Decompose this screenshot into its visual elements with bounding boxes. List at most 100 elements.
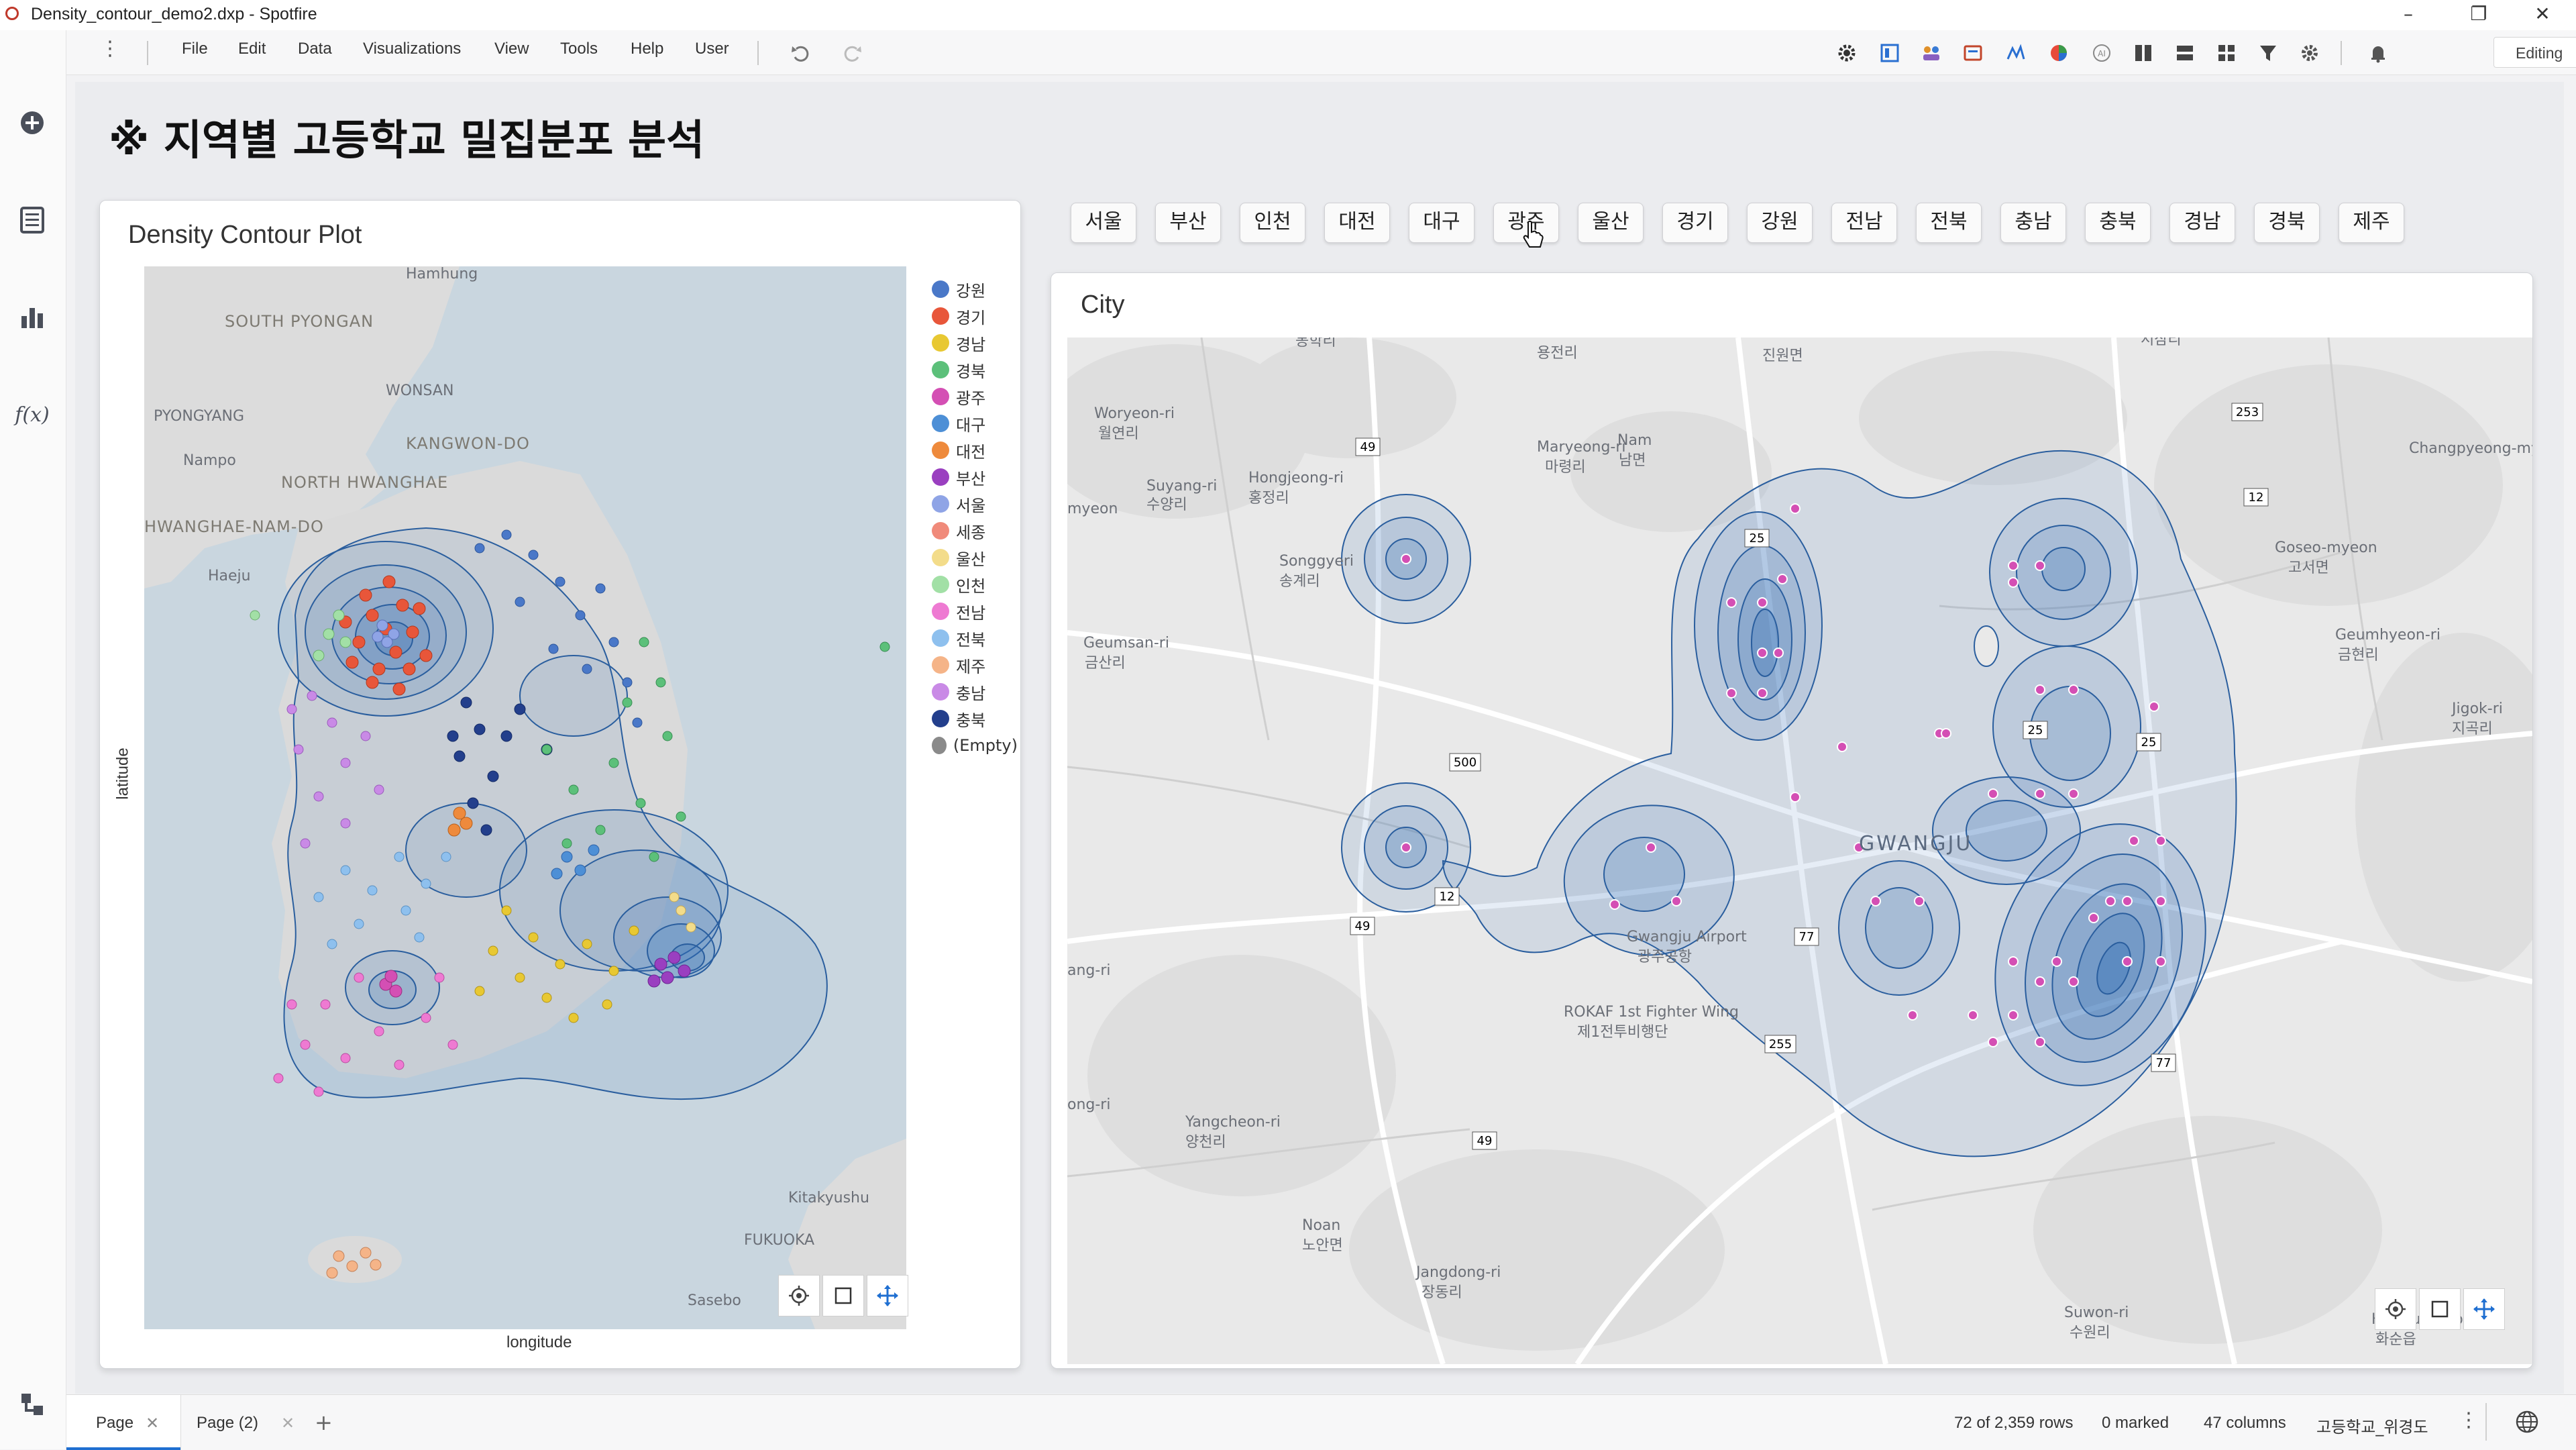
pan-icon[interactable] [2463, 1288, 2505, 1330]
city-button-jeonnam[interactable]: 전남 [1831, 203, 1897, 243]
city-button-jeju[interactable]: 제주 [2339, 203, 2404, 243]
map-label: Maryeong-ri [1537, 439, 1626, 456]
legend-swatch [932, 710, 949, 727]
map-label: Songgyeri [1279, 553, 1354, 570]
legend-item[interactable]: 강원 [932, 276, 1018, 303]
add-page-button[interactable]: + [315, 1410, 333, 1435]
filter-icon[interactable] [2253, 38, 2283, 68]
city-button-gyeonggi[interactable]: 경기 [1662, 203, 1728, 243]
layout-panel-icon[interactable] [1875, 38, 1904, 68]
map-label: 남면 [1619, 452, 1646, 469]
add-data-icon[interactable] [13, 104, 51, 142]
properties-gear-icon[interactable] [2295, 38, 2324, 68]
gwangju-density-map[interactable]: 49 500 49 12 25 25 25 77 255 77 49 253 1… [1067, 338, 2532, 1364]
workflow-icon[interactable] [13, 1386, 51, 1423]
globe-icon[interactable] [2515, 1410, 2539, 1437]
redo-icon[interactable] [838, 38, 867, 68]
legend-item[interactable]: 경기 [932, 303, 1018, 329]
city-button-gyeongnam[interactable]: 경남 [2169, 203, 2235, 243]
locate-icon[interactable] [2375, 1288, 2416, 1330]
legend-swatch [932, 522, 949, 539]
legend-item[interactable]: 전북 [932, 625, 1018, 652]
visualizations-icon[interactable] [13, 299, 51, 336]
menu-user[interactable]: User [695, 40, 729, 58]
legend-item[interactable]: 경남 [932, 329, 1018, 356]
ai-icon[interactable]: AI [2087, 38, 2116, 68]
legend-item[interactable]: 충북 [932, 705, 1018, 732]
city-button-gangwon[interactable]: 강원 [1747, 203, 1813, 243]
city-button-daejeon[interactable]: 대전 [1324, 203, 1390, 243]
status-bar: Page ✕ Page (2) ✕ + 72 of 2,359 rows 0 m… [66, 1394, 2576, 1450]
people-icon[interactable] [1917, 38, 1946, 68]
locate-icon[interactable] [778, 1275, 820, 1316]
panel-title: Density Contour Plot [128, 221, 362, 249]
rectangle-select-icon[interactable] [822, 1275, 864, 1316]
legend-item[interactable]: 경북 [932, 356, 1018, 383]
pan-icon[interactable] [867, 1275, 908, 1316]
legend-item[interactable]: 충남 [932, 678, 1018, 705]
settings-gear-icon[interactable] [1832, 38, 1862, 68]
city-button-incheon[interactable]: 인천 [1240, 203, 1305, 243]
analytics-icon[interactable] [2001, 38, 2031, 68]
color-palette-icon[interactable] [2044, 38, 2074, 68]
legend-swatch [932, 683, 949, 701]
menu-edit[interactable]: Edit [238, 40, 266, 58]
row-count: 72 of 2,359 rows [1954, 1414, 2074, 1432]
city-button-gyeongbuk[interactable]: 경북 [2254, 203, 2320, 243]
map-label: Geumsan-ri [1083, 635, 1169, 652]
table-options-icon[interactable]: ⋮ [2459, 1408, 2479, 1432]
legend-item[interactable]: 서울 [932, 490, 1018, 517]
notification-bell-icon[interactable] [2363, 38, 2393, 68]
legend-swatch [932, 388, 949, 405]
legend-item[interactable]: 울산 [932, 544, 1018, 571]
function-icon[interactable]: f(x) [13, 396, 51, 433]
mode-dropdown[interactable]: Editing ⌄ [2493, 37, 2576, 68]
city-button-daegu[interactable]: 대구 [1409, 203, 1474, 243]
more-options-icon[interactable]: ⋮ [100, 37, 120, 60]
korea-density-map[interactable]: Hamhung SOUTH PYONGAN WONSAN PYONGYANG K… [144, 266, 906, 1329]
window-title: Density_contour_demo2.dxp - Spotfire [31, 5, 317, 23]
menu-divider [757, 41, 759, 65]
legend-item[interactable]: 제주 [932, 652, 1018, 678]
minimize-button[interactable]: – [2378, 0, 2438, 30]
city-button-seoul[interactable]: 서울 [1071, 203, 1136, 243]
map-label: Nam [1617, 432, 1652, 449]
legend-item[interactable]: 광주 [932, 383, 1018, 410]
legend-item[interactable]: 세종 [932, 517, 1018, 544]
legend-item[interactable]: 대구 [932, 410, 1018, 437]
page-tab-active[interactable]: Page ✕ [66, 1395, 181, 1450]
city-button-jeonbuk[interactable]: 전북 [1916, 203, 1982, 243]
legend-item[interactable]: (Empty) [932, 732, 1018, 759]
city-button-chungbuk[interactable]: 충북 [2085, 203, 2151, 243]
map-label: 고서면 [2288, 560, 2329, 576]
legend-item[interactable]: 전남 [932, 598, 1018, 625]
rectangle-select-icon[interactable] [2419, 1288, 2461, 1330]
menu-help[interactable]: Help [631, 40, 663, 58]
legend-item[interactable]: 인천 [932, 571, 1018, 598]
grid-layout-icon[interactable] [2212, 38, 2241, 68]
legend-item[interactable]: 부산 [932, 464, 1018, 490]
menu-data[interactable]: Data [298, 40, 332, 58]
legend-label: 충남 [956, 684, 986, 703]
menu-visualizations[interactable]: Visualizations [363, 40, 461, 58]
close-window-button[interactable]: ✕ [2512, 0, 2573, 30]
map-label: Changpyeong-myeon [2409, 440, 2532, 457]
undo-icon[interactable] [786, 38, 815, 68]
close-tab-icon[interactable]: ✕ [281, 1414, 294, 1433]
rows-layout-icon[interactable] [2170, 38, 2200, 68]
menu-file[interactable]: File [182, 40, 208, 58]
city-button-chungnam[interactable]: 충남 [2000, 203, 2066, 243]
library-icon[interactable] [1958, 38, 1988, 68]
data-table-name[interactable]: 고등학교_위경도 [2316, 1414, 2428, 1437]
city-button-ulsan[interactable]: 울산 [1578, 203, 1644, 243]
restore-button[interactable]: ❐ [2449, 0, 2509, 30]
menu-view[interactable]: View [494, 40, 529, 58]
city-button-busan[interactable]: 부산 [1155, 203, 1221, 243]
map-land-jeju [308, 1236, 402, 1283]
legend-item[interactable]: 대전 [932, 437, 1018, 464]
data-panel-icon[interactable] [13, 201, 51, 239]
close-tab-icon[interactable]: ✕ [146, 1414, 159, 1433]
page-tab[interactable]: Page (2) ✕ [180, 1395, 308, 1450]
menu-tools[interactable]: Tools [560, 40, 598, 58]
columns-layout-icon[interactable] [2129, 38, 2158, 68]
